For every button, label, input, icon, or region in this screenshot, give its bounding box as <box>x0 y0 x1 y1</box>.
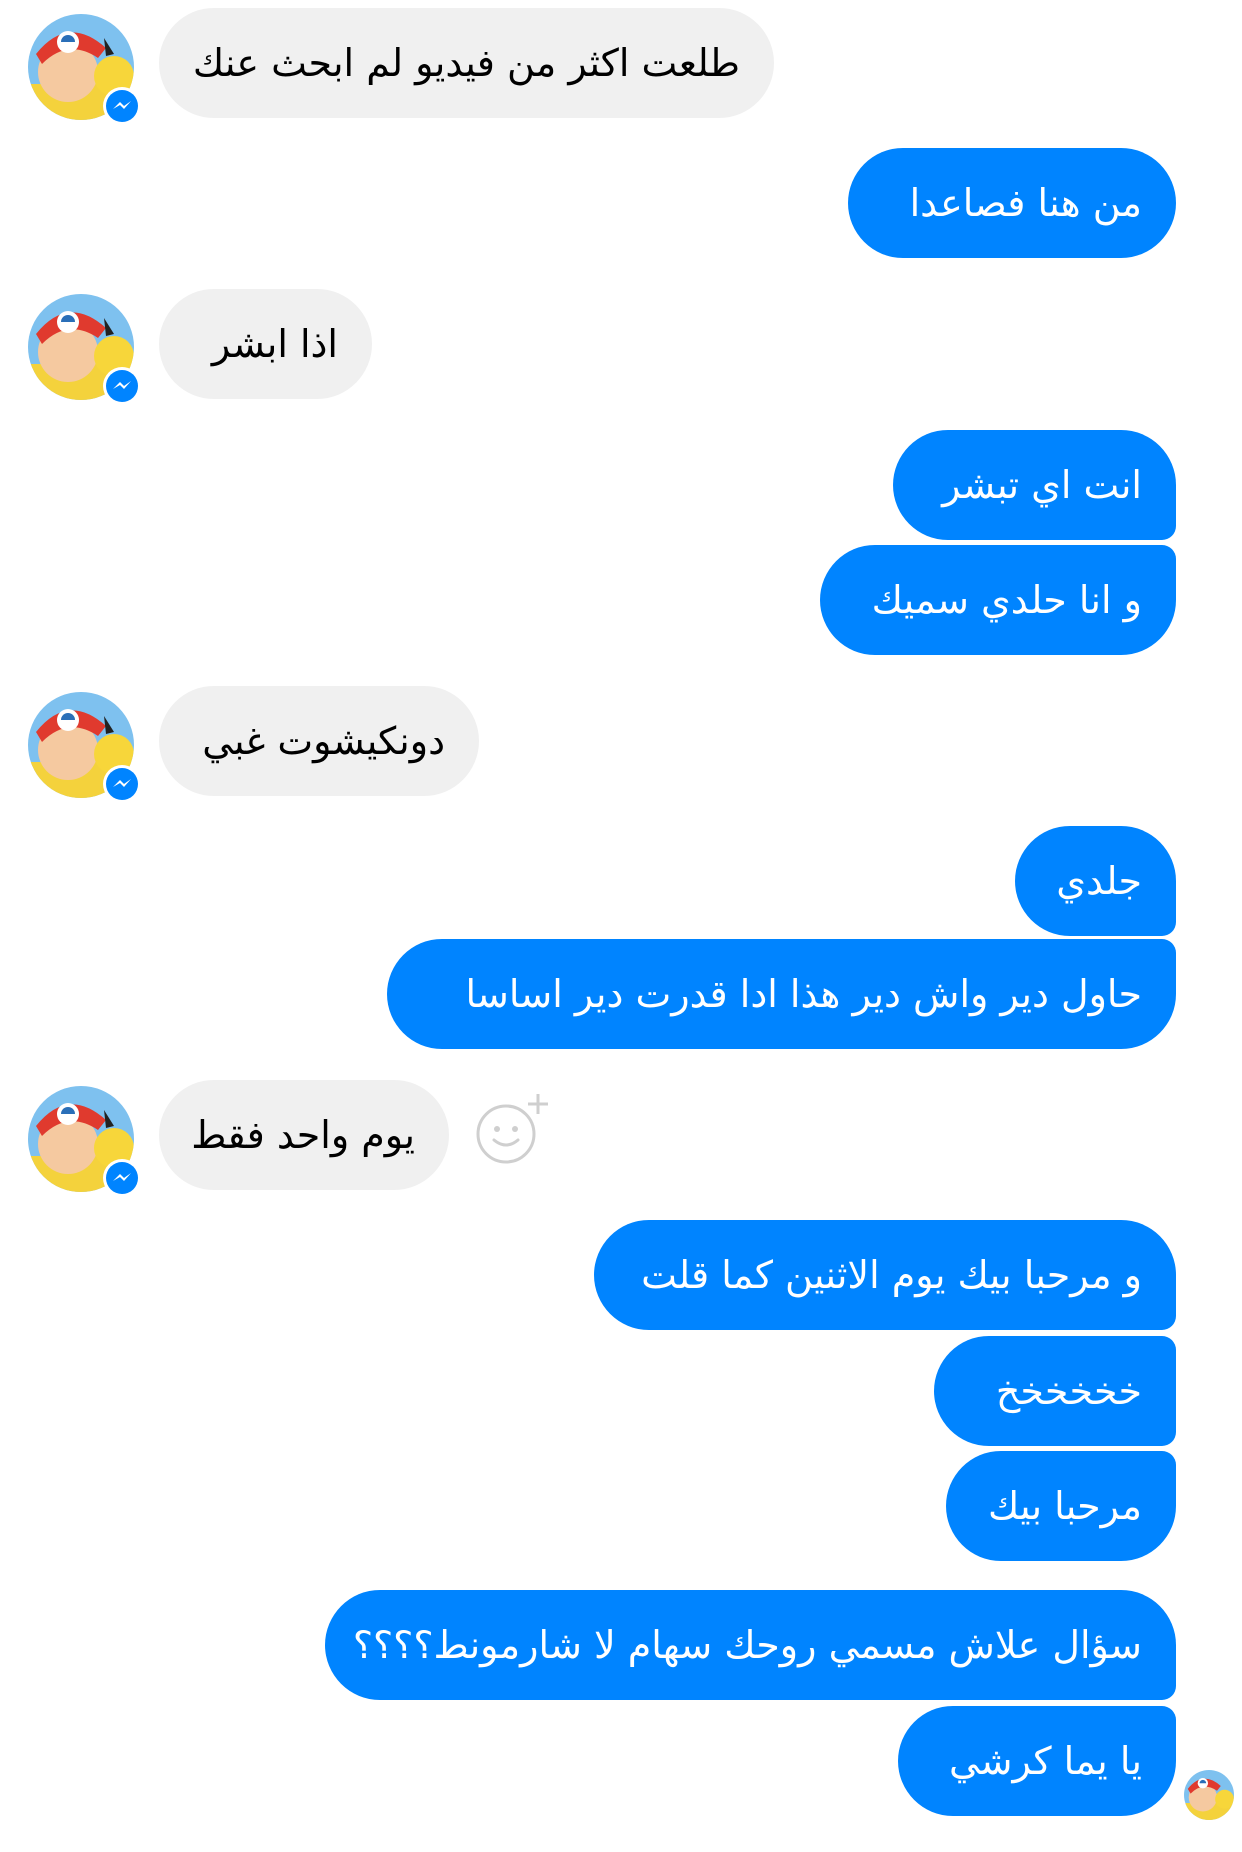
avatar-ash-pikachu-icon <box>1184 1770 1234 1820</box>
contact-avatar[interactable] <box>28 692 141 803</box>
message-bubble-outgoing[interactable]: من هنا فصاعدا <box>848 148 1176 258</box>
message-bubble-incoming[interactable]: يوم واحد فقط <box>159 1080 449 1190</box>
messenger-icon <box>103 1159 141 1197</box>
message-bubble-outgoing[interactable]: و مرحبا بيك يوم الاثنين كما قلت <box>594 1220 1176 1330</box>
message-bubble-outgoing[interactable]: و انا حلدي سميك <box>820 545 1176 655</box>
message-bubble-incoming[interactable]: اذا ابشر <box>159 289 372 399</box>
messenger-icon <box>103 765 141 803</box>
message-bubble-outgoing[interactable]: سؤال علاش مسمي روحك سهام لا شارمونط؟؟؟؟ <box>325 1590 1176 1700</box>
message-bubble-incoming[interactable]: طلعت اكثر من فيديو لم ابحث عنك <box>159 8 774 118</box>
contact-avatar[interactable] <box>28 1086 141 1197</box>
messenger-icon <box>103 87 141 125</box>
seen-indicator-avatar <box>1184 1770 1234 1820</box>
message-bubble-outgoing[interactable]: مرحبا بيك <box>946 1451 1176 1561</box>
message-bubble-outgoing[interactable]: يا يما كرشي <box>898 1706 1176 1816</box>
message-bubble-outgoing[interactable]: خخخخخخ <box>934 1336 1176 1446</box>
messenger-icon <box>103 367 141 405</box>
contact-avatar[interactable] <box>28 14 141 125</box>
contact-avatar[interactable] <box>28 294 141 405</box>
message-bubble-outgoing[interactable]: انت اي تبشر <box>893 430 1176 540</box>
message-bubble-outgoing[interactable]: جلدي <box>1015 826 1176 936</box>
message-bubble-incoming[interactable]: دونكيشوت غبي <box>159 686 479 796</box>
message-bubble-outgoing[interactable]: حاول دير واش دير هذا ادا قدرت دير اساسا <box>387 939 1176 1049</box>
add-reaction-smiley-icon[interactable] <box>476 1092 548 1164</box>
